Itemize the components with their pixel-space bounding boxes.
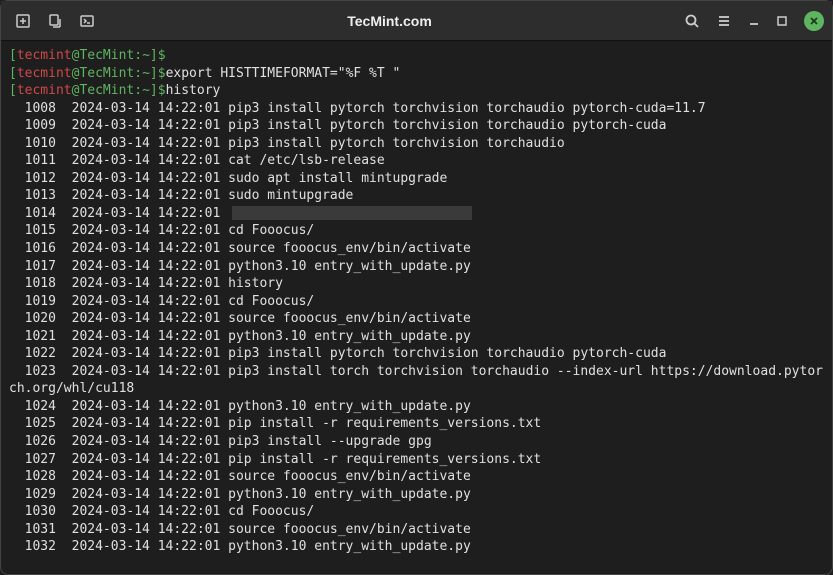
history-line: 1032 2024-03-14 14:22:01 python3.10 entr… <box>9 538 824 556</box>
prompt-line: [tecmint@TecMint:~]$export HISTTIMEFORMA… <box>9 65 824 83</box>
history-line: 1013 2024-03-14 14:22:01 sudo mintupgrad… <box>9 187 824 205</box>
history-line: 1026 2024-03-14 14:22:01 pip3 install --… <box>9 433 824 451</box>
window-title: TecMint.com <box>101 13 678 29</box>
history-line: 1012 2024-03-14 14:22:01 sudo apt instal… <box>9 170 824 188</box>
close-button[interactable] <box>804 11 824 31</box>
history-line: 1015 2024-03-14 14:22:01 cd Fooocus/ <box>9 222 824 240</box>
prompt-line: [tecmint@TecMint:~]$ <box>9 47 824 65</box>
history-line: 1014 2024-03-14 14:22:01 <box>9 205 824 223</box>
history-line: 1022 2024-03-14 14:22:01 pip3 install py… <box>9 345 824 363</box>
prompt-line: [tecmint@TecMint:~]$history <box>9 82 824 100</box>
minimize-button[interactable] <box>742 9 766 33</box>
history-line: 1025 2024-03-14 14:22:01 pip install -r … <box>9 415 824 433</box>
history-line: 1018 2024-03-14 14:22:01 history <box>9 275 824 293</box>
titlebar-right <box>678 7 824 35</box>
redacted-block <box>232 206 472 220</box>
history-line: 1029 2024-03-14 14:22:01 python3.10 entr… <box>9 486 824 504</box>
menu-icon[interactable] <box>710 7 738 35</box>
history-line: 1021 2024-03-14 14:22:01 python3.10 entr… <box>9 328 824 346</box>
history-line: 1027 2024-03-14 14:22:01 pip install -r … <box>9 451 824 469</box>
history-line: 1011 2024-03-14 14:22:01 cat /etc/lsb-re… <box>9 152 824 170</box>
titlebar-left <box>9 7 101 35</box>
new-tab-icon[interactable] <box>9 7 37 35</box>
new-window-icon[interactable] <box>41 7 69 35</box>
command-input: export HISTTIMEFORMAT="%F %T " <box>166 66 401 81</box>
history-line: 1019 2024-03-14 14:22:01 cd Fooocus/ <box>9 293 824 311</box>
history-line: 1030 2024-03-14 14:22:01 cd Fooocus/ <box>9 503 824 521</box>
maximize-button[interactable] <box>770 9 794 33</box>
history-line: 1009 2024-03-14 14:22:01 pip3 install py… <box>9 117 824 135</box>
history-line: 1010 2024-03-14 14:22:01 pip3 install py… <box>9 135 824 153</box>
history-line: 1020 2024-03-14 14:22:01 source fooocus_… <box>9 310 824 328</box>
history-line: 1024 2024-03-14 14:22:01 python3.10 entr… <box>9 398 824 416</box>
history-line: 1016 2024-03-14 14:22:01 source fooocus_… <box>9 240 824 258</box>
history-line: 1031 2024-03-14 14:22:01 source fooocus_… <box>9 521 824 539</box>
terminal-output[interactable]: [tecmint@TecMint:~]$[tecmint@TecMint:~]$… <box>1 41 832 562</box>
terminal-icon[interactable] <box>73 7 101 35</box>
titlebar: TecMint.com <box>1 1 832 41</box>
history-line: 1008 2024-03-14 14:22:01 pip3 install py… <box>9 100 824 118</box>
history-line: 1028 2024-03-14 14:22:01 source fooocus_… <box>9 468 824 486</box>
command-input: history <box>166 83 221 98</box>
search-icon[interactable] <box>678 7 706 35</box>
history-line: 1023 2024-03-14 14:22:01 pip3 install to… <box>9 363 824 398</box>
history-line: 1017 2024-03-14 14:22:01 python3.10 entr… <box>9 258 824 276</box>
